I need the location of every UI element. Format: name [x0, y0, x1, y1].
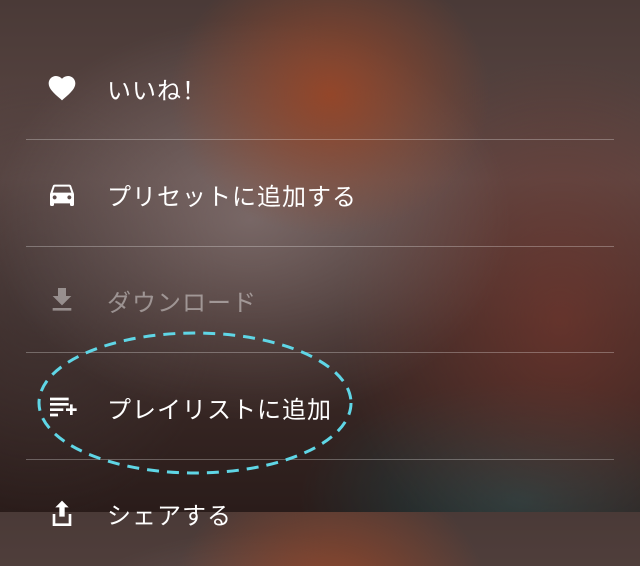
menu-item-add-preset-label: プリセットに追加する: [107, 182, 357, 211]
playlist-add-icon: [44, 389, 80, 425]
options-menu: いいね！ プリセットに追加する ダウンロード プレイリストに追加 シェアする: [0, 0, 640, 530]
heart-icon: [44, 70, 80, 106]
menu-item-download[interactable]: ダウンロード: [0, 247, 640, 353]
download-icon: [44, 282, 80, 318]
menu-item-add-playlist[interactable]: プレイリストに追加: [0, 354, 640, 460]
menu-item-share[interactable]: シェアする: [0, 460, 640, 566]
menu-item-like-label: いいね！: [107, 76, 207, 105]
divider: [26, 139, 614, 140]
menu-item-share-label: シェアする: [107, 502, 232, 530]
share-icon: [44, 496, 80, 532]
menu-item-like[interactable]: いいね！: [0, 35, 640, 141]
divider: [26, 352, 614, 353]
car-icon: [44, 176, 80, 212]
menu-item-download-label: ダウンロード: [107, 288, 257, 317]
menu-item-add-preset[interactable]: プリセットに追加する: [0, 141, 640, 247]
menu-item-add-playlist-label: プレイリストに追加: [107, 395, 332, 424]
